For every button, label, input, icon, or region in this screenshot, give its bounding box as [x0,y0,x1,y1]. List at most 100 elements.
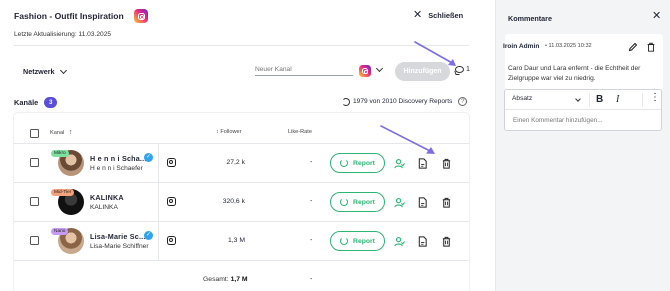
italic-button[interactable]: I [616,94,619,105]
channel-handle: KALINKA [90,204,118,211]
channel-handle: Lisa-Marie Schiffner [90,243,149,250]
row-divider [14,143,469,144]
editor-toolbar: Absatz B I ⋮ [505,90,661,110]
trash-icon[interactable] [646,42,656,52]
bold-button[interactable]: B [596,94,603,105]
report-label: Report [353,198,375,206]
assign-user-icon[interactable] [394,197,405,208]
row-checkbox[interactable] [30,197,39,206]
toolbar-divider [642,93,643,107]
total-label: Gesamt: [203,276,229,283]
tier-tag: Mid-Tier [51,189,75,196]
verified-icon: ✓ [144,231,153,240]
page-title: Fashion - Outfit Inspiration [14,11,124,21]
refresh-icon [340,237,349,245]
more-options-icon[interactable]: ⋮ [650,93,660,103]
comment-text: Caro Daur und Lara enfernt - die Echthei… [508,65,641,82]
column-header-followers[interactable]: ↕ Follower [216,129,242,135]
refresh-icon [340,159,349,167]
bullet-icon: • [545,43,547,49]
comment-date-text: 11.03.2025 10:32 [548,43,592,49]
channels-heading: Kanäle 3 [14,97,58,108]
row-divider [14,260,469,261]
network-label: Netzwerk [23,67,55,76]
reports-info-text: 1979 von 2010 Discovery Reports [353,98,453,105]
sort-arrow-icon: ↑ [68,129,73,136]
channel-name[interactable]: Lisa-Marie Sc... [90,232,146,241]
instagram-icon[interactable] [167,236,176,245]
instagram-select-icon[interactable] [359,65,371,77]
instagram-icon[interactable] [167,197,176,206]
instagram-icon[interactable] [167,158,176,167]
report-button[interactable]: Report [330,192,385,212]
channel-name[interactable]: H e n n i Scha... [90,154,147,163]
document-icon[interactable] [417,158,428,169]
close-label: Schließen [428,11,464,20]
followers-value: 27,2 k [226,159,245,166]
chevron-down-icon[interactable] [375,64,384,73]
edit-icon[interactable] [628,42,638,52]
comment-input[interactable]: Einen Kommentar hinzufügen... [513,117,603,124]
report-label: Report [353,237,375,245]
report-label: Report [353,159,375,167]
new-channel-input[interactable] [255,63,353,76]
like-rate-value: - [310,237,313,244]
report-button[interactable]: Report [330,231,385,251]
row-checkbox[interactable] [30,158,39,167]
trash-icon[interactable] [441,197,452,208]
assign-user-icon[interactable] [394,236,405,247]
tier-tag: Mikro [51,150,69,157]
info-icon[interactable]: ? [458,97,468,106]
format-select[interactable]: Absatz [512,95,532,102]
sort-icon: ↕ [216,129,219,135]
comments-title: Kommentare [508,14,552,23]
close-icon[interactable]: ✕ [652,11,661,22]
column-divider [158,144,159,260]
progress-circle-icon [342,97,350,106]
total-like-rate: - [310,276,313,283]
like-rate-value: - [310,198,313,205]
instagram-icon [134,9,148,23]
document-icon[interactable] [417,197,428,208]
comments-toggle[interactable]: 1 [455,66,470,73]
comment-date: • 11.03.2025 10:32 [545,43,592,49]
comment-icon [455,66,464,73]
reports-info: 1979 von 2010 Discovery Reports ? [342,97,468,106]
followers-value: 1,3 M [228,237,245,244]
trash-icon[interactable] [441,236,452,247]
chevron-down-icon[interactable] [575,96,581,102]
followers-value: 320,6 k [222,198,245,205]
main-panel: Fashion - Outfit Inspiration ✕ Schließen… [0,0,496,291]
total-value: 1,7 M [230,276,248,283]
column-header-like-rate[interactable]: Like-Rate [288,129,312,135]
column-header-followers-label: Follower [220,129,242,135]
verified-icon: ✓ [144,153,153,162]
assign-user-icon[interactable] [394,158,405,169]
tier-tag: Nano [51,228,69,235]
row-divider [14,221,469,222]
row-divider [14,182,469,183]
comment-editor: Absatz B I ⋮ Einen Kommentar hinzufügen.… [504,89,662,131]
report-button[interactable]: Report [330,153,385,173]
toolbar-divider [589,93,590,107]
divider [14,45,469,46]
trash-icon[interactable] [441,158,452,169]
channels-label: Kanäle [14,98,39,107]
chevron-down-icon [59,66,67,74]
close-button[interactable]: ✕ Schließen [413,10,463,21]
close-icon: ✕ [413,9,423,21]
comment-count: 1 [466,66,470,73]
add-button[interactable]: Hinzufügen [395,62,450,81]
column-header-kanal[interactable]: Kanal ↑ [50,129,72,136]
network-dropdown[interactable]: Netzwerk [23,66,67,76]
channel-name[interactable]: KALINKA [90,193,124,202]
channel-handle: H e n n i Schaefer [90,165,143,172]
column-header-kanal-label: Kanal [50,130,65,136]
row-checkbox[interactable] [30,236,39,245]
like-rate-value: - [310,159,313,166]
document-icon[interactable] [417,236,428,247]
refresh-icon [340,198,349,206]
last-updated: Letzte Aktualisierung: 11.03.2025 [14,31,112,38]
select-all-checkbox[interactable] [30,129,39,138]
comment-author: Iroin Admin [503,43,540,50]
